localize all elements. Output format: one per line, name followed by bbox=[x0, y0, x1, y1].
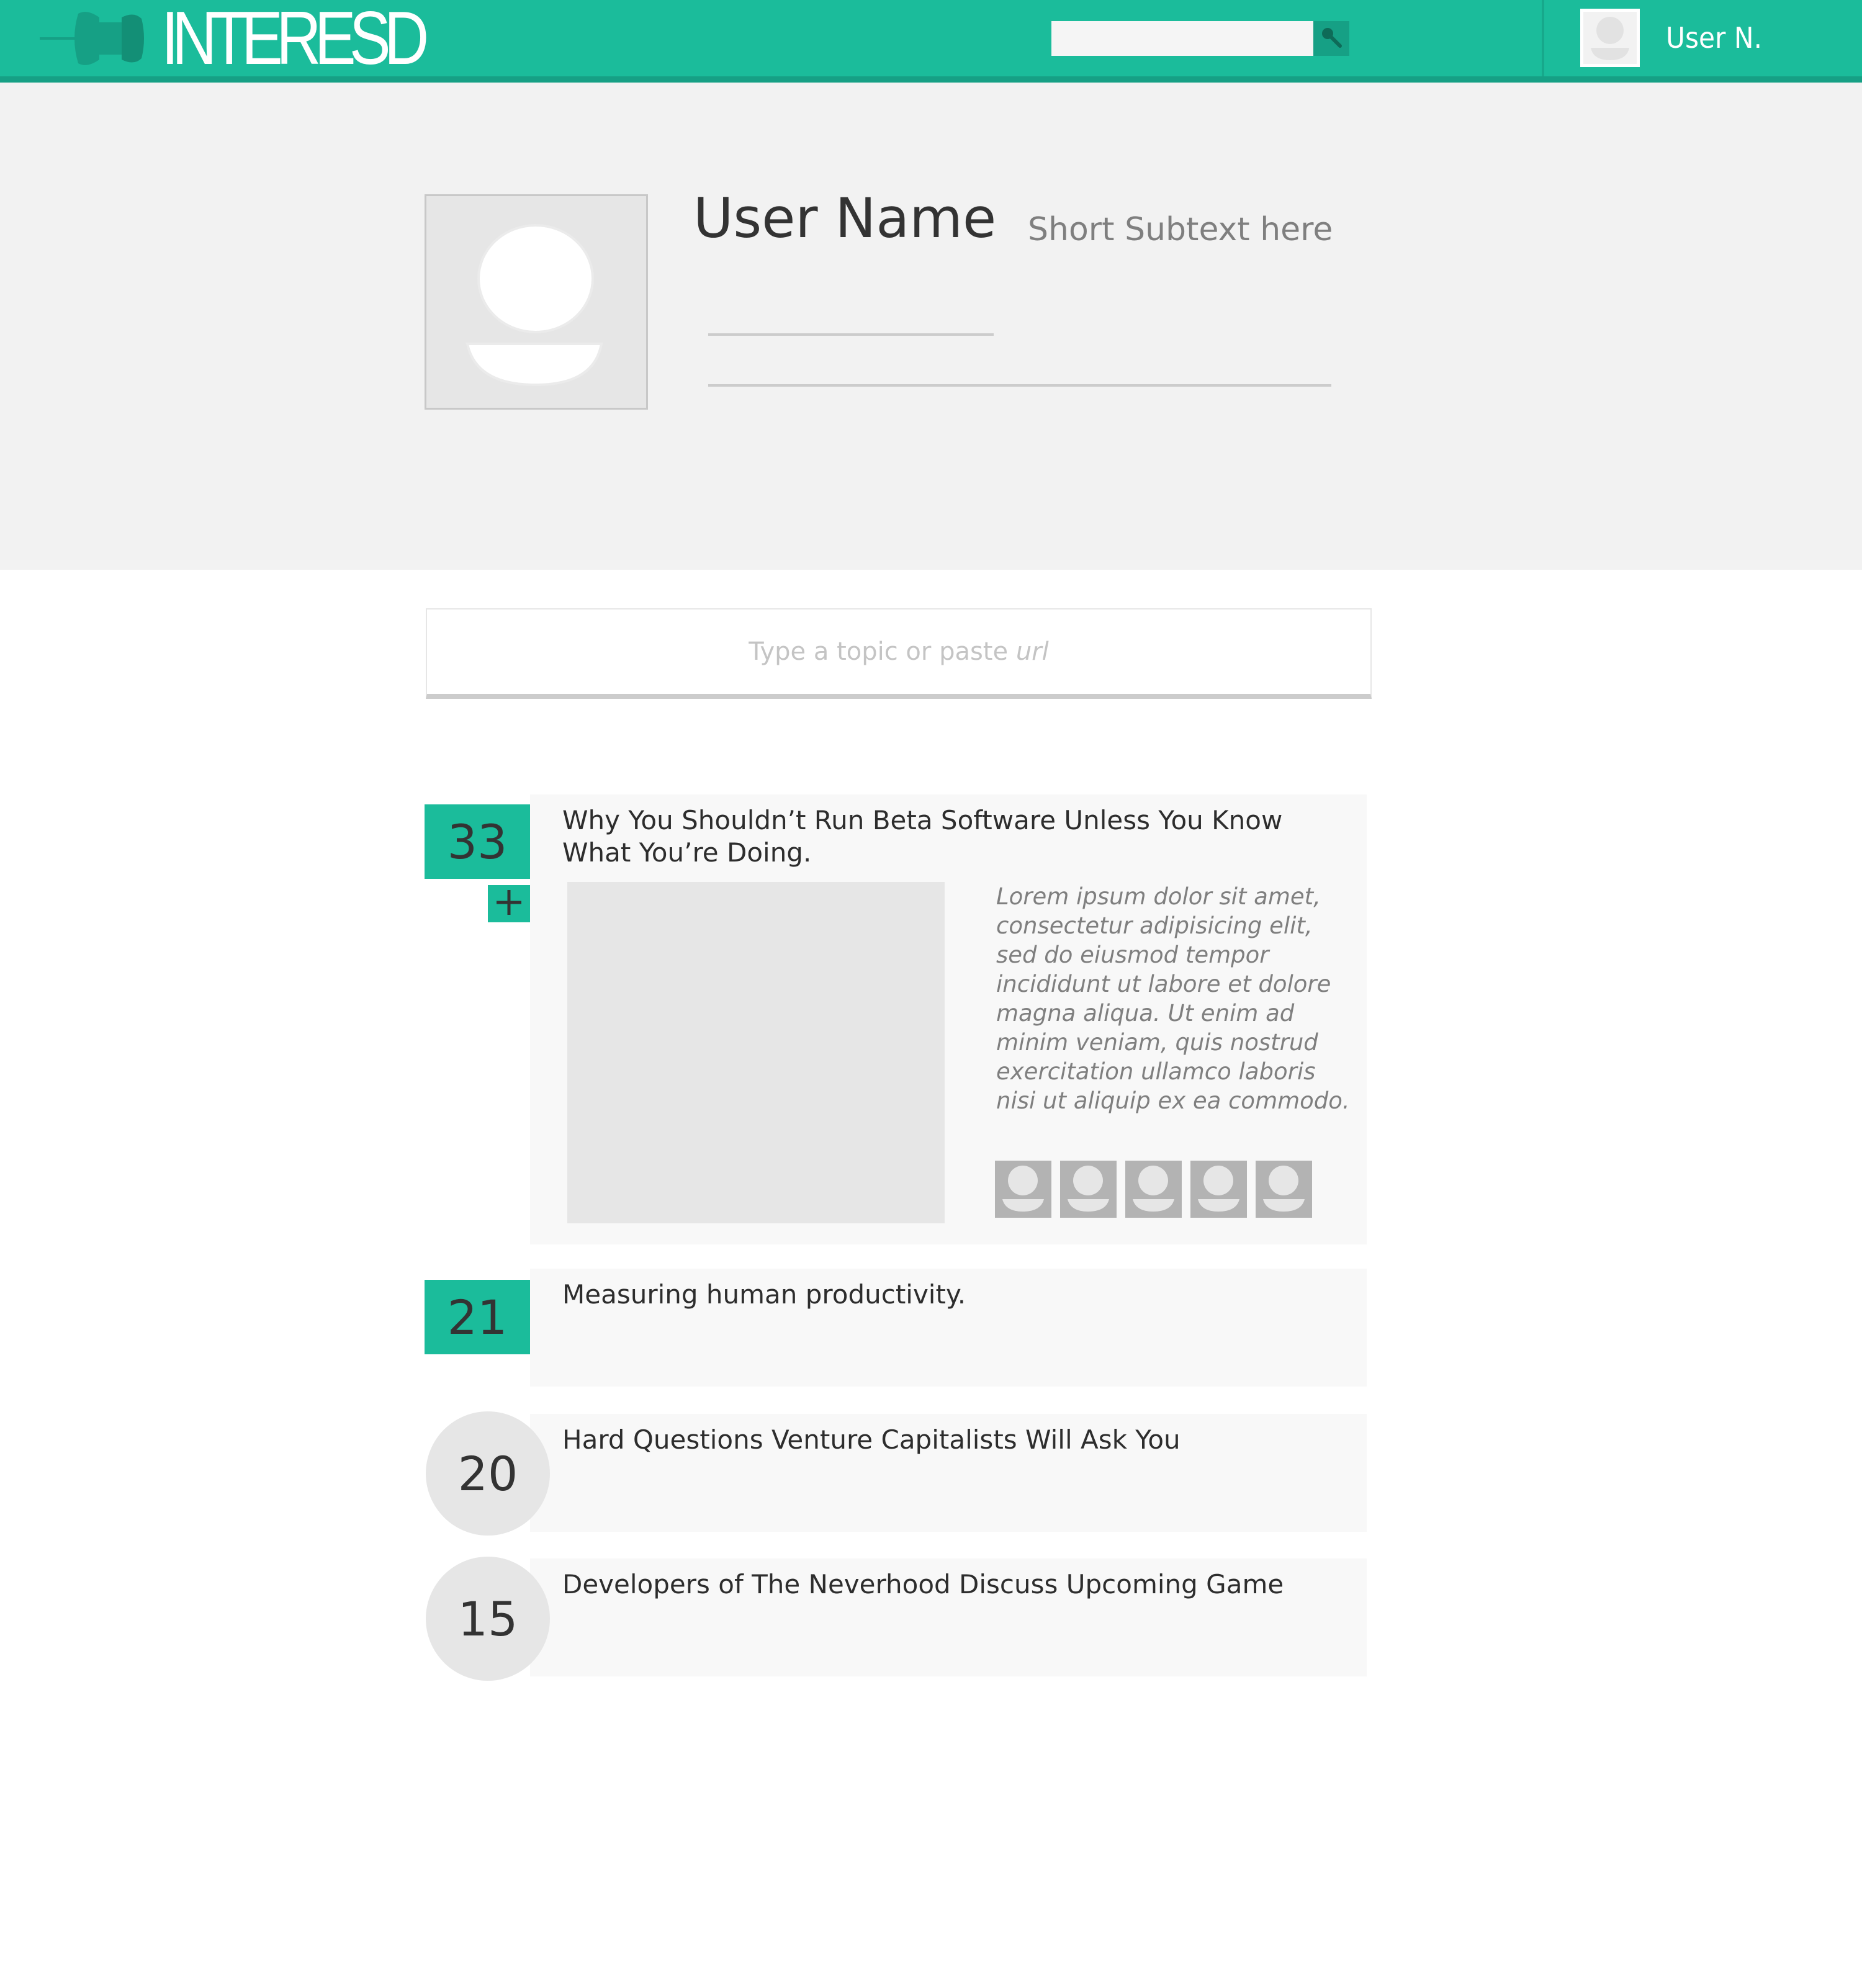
vote-score[interactable]: 15 bbox=[426, 1557, 550, 1681]
card-title[interactable]: Developers of The Neverhood Discuss Upco… bbox=[562, 1568, 1344, 1601]
vote-score[interactable]: 33 bbox=[425, 804, 530, 879]
user-menu[interactable]: User N. bbox=[1542, 0, 1862, 76]
profile-photo bbox=[425, 194, 648, 410]
logo-wordmark[interactable]: INTERESD bbox=[161, 0, 429, 76]
feed-card[interactable]: Hard Questions Venture Capitalists Will … bbox=[530, 1414, 1367, 1532]
topic-url-input[interactable]: Type a topic or paste url bbox=[426, 608, 1372, 699]
voter-avatar[interactable] bbox=[1125, 1161, 1182, 1218]
card-title[interactable]: Measuring human productivity. bbox=[562, 1279, 1344, 1311]
search-button[interactable] bbox=[1313, 21, 1349, 56]
profile-info-placeholder-line bbox=[708, 333, 994, 336]
pushpin-logo-icon bbox=[40, 9, 145, 68]
avatar-icon bbox=[1580, 9, 1640, 67]
search-icon bbox=[1319, 25, 1344, 52]
voter-avatar[interactable] bbox=[1060, 1161, 1117, 1218]
profile-name: User Name bbox=[693, 186, 997, 250]
search-input[interactable] bbox=[1051, 21, 1313, 56]
composer-placeholder: Type a topic or paste url bbox=[749, 637, 1049, 666]
feed-card[interactable]: Measuring human productivity. bbox=[530, 1269, 1367, 1387]
top-bar: INTERESD User N. bbox=[0, 0, 1862, 83]
vote-score[interactable]: 20 bbox=[426, 1411, 550, 1536]
card-image-placeholder bbox=[567, 882, 945, 1223]
voter-avatar[interactable] bbox=[1190, 1161, 1247, 1218]
profile-subtext: Short Subtext here bbox=[1028, 211, 1333, 248]
vote-score[interactable]: 21 bbox=[425, 1280, 530, 1354]
voter-avatar[interactable] bbox=[1256, 1161, 1312, 1218]
add-button[interactable] bbox=[488, 885, 530, 922]
profile-header bbox=[0, 83, 1862, 570]
card-excerpt: Lorem ipsum dolor sit amet, consectetur … bbox=[996, 883, 1350, 1114]
user-short-name: User N. bbox=[1666, 21, 1763, 55]
plus-icon bbox=[494, 888, 524, 920]
feed-card[interactable]: Developers of The Neverhood Discuss Upco… bbox=[530, 1558, 1367, 1676]
user-silhouette-icon bbox=[426, 224, 646, 410]
voter-avatar[interactable] bbox=[995, 1161, 1051, 1218]
card-title[interactable]: Hard Questions Venture Capitalists Will … bbox=[562, 1424, 1344, 1456]
profile-info-placeholder-line bbox=[708, 384, 1331, 387]
card-title[interactable]: Why You Shouldn’t Run Beta Software Unle… bbox=[562, 804, 1344, 869]
